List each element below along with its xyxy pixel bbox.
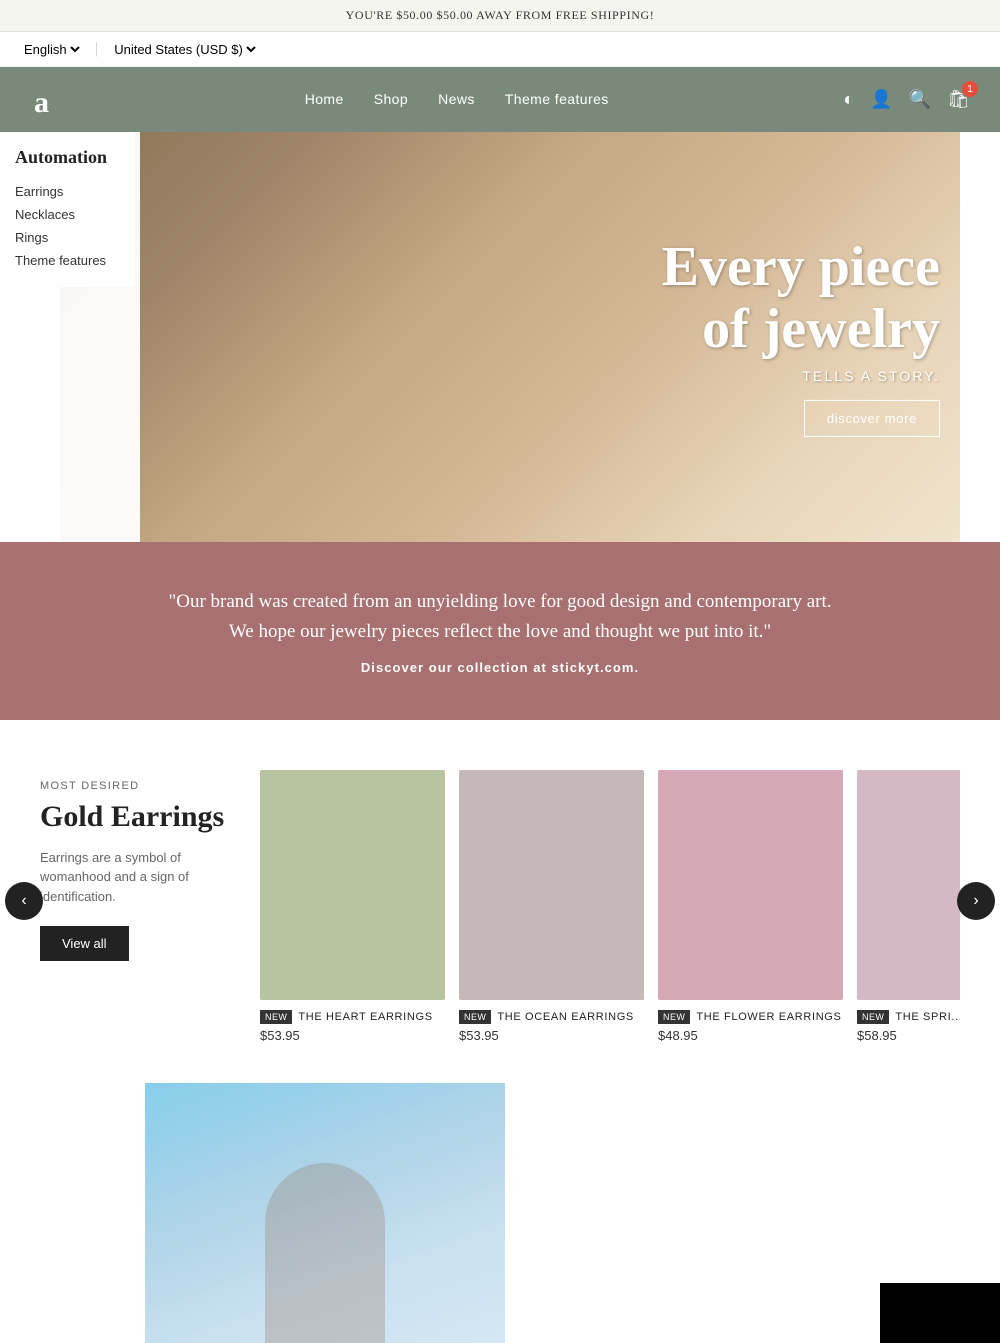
svg-text:a: a (34, 86, 49, 119)
dropdown-item-theme[interactable]: Theme features (15, 249, 120, 272)
products-description: Earrings are a symbol of womanhood and a… (40, 848, 230, 907)
new-badge-4: NEW (857, 1010, 889, 1024)
new-badge-1: NEW (260, 1010, 292, 1024)
product-image-4 (857, 770, 960, 1000)
quote-line2: We hope our jewelry pieces reflect the l… (229, 621, 771, 642)
view-all-button[interactable]: View all (40, 926, 129, 961)
product-image-3 (658, 770, 843, 1000)
site-logo[interactable]: a (30, 80, 70, 120)
nav-news[interactable]: News (438, 91, 475, 107)
product-price-4: $58.95 (857, 1028, 960, 1043)
product-card-3[interactable]: NEW THE FLOWER EARRINGS $48.95 (658, 770, 843, 1043)
products-section: ‹ MOST DESIRED Gold Earrings Earrings ar… (0, 720, 1000, 1083)
dropdown-item-necklaces[interactable]: Necklaces (15, 203, 120, 226)
prev-button[interactable]: ‹ (5, 882, 43, 920)
quote-tagline: Discover our collection at stickyt.com. (80, 660, 920, 675)
black-box (880, 1283, 1000, 1343)
lang-bar: English | United States (USD $) (0, 32, 1000, 67)
product-label-4: NEW THE SPRI... (857, 1010, 960, 1024)
new-badge-2: NEW (459, 1010, 491, 1024)
product-price-1: $53.95 (260, 1028, 445, 1043)
new-badge-3: NEW (658, 1010, 690, 1024)
dropdown-menu: Automation Earrings Necklaces Rings Them… (0, 132, 135, 287)
announcement-text: YOU'RE $50.00 $50.00 AWAY FROM FREE SHIP… (346, 8, 655, 22)
products-layout: MOST DESIRED Gold Earrings Earrings are … (40, 770, 960, 1043)
products-tag: MOST DESIRED (40, 780, 230, 792)
cart-badge: 1 (962, 81, 978, 97)
cart-icon[interactable]: 🛍 1 (947, 89, 970, 110)
products-heading: Gold Earrings (40, 800, 230, 834)
product-label-3: NEW THE FLOWER EARRINGS (658, 1010, 843, 1024)
logo-icon: a (30, 80, 70, 120)
product-card-2[interactable]: NEW THE OCEAN EARRINGS $53.95 (459, 770, 644, 1043)
main-nav: a Home Shop News Theme features ◐ 👤 🔍 🛍 … (0, 67, 1000, 132)
search-icon[interactable]: 🔍 (909, 89, 931, 110)
nav-links: Home Shop News Theme features (305, 91, 609, 109)
product-price-2: $53.95 (459, 1028, 644, 1043)
hero-subtitle: TELLS A STORY. (662, 368, 940, 384)
nav-icons: ◐ 👤 🔍 🛍 1 (843, 89, 970, 110)
announcement-bar: YOU'RE $50.00 $50.00 AWAY FROM FREE SHIP… (0, 0, 1000, 32)
product-name-1: THE HEART EARRINGS (298, 1011, 432, 1023)
product-card-4[interactable]: NEW THE SPRI... $58.95 (857, 770, 960, 1043)
nav-home[interactable]: Home (305, 91, 344, 107)
product-label-1: NEW THE HEART EARRINGS (260, 1010, 445, 1024)
nav-shop[interactable]: Shop (374, 91, 408, 107)
nav-theme-features[interactable]: Theme features (505, 91, 609, 107)
products-grid: NEW THE HEART EARRINGS $53.95 NEW THE OC… (260, 770, 960, 1043)
product-name-4: THE SPRI... (895, 1011, 960, 1023)
theme-toggle-icon[interactable]: ◐ (843, 89, 854, 110)
language-select[interactable]: English (20, 41, 83, 58)
currency-select[interactable]: United States (USD $) (110, 41, 259, 58)
products-intro: MOST DESIRED Gold Earrings Earrings are … (40, 770, 230, 962)
product-name-2: THE OCEAN EARRINGS (497, 1011, 634, 1023)
dropdown-list: Earrings Necklaces Rings Theme features (15, 180, 120, 272)
hero-heading: Every piece of jewelry (662, 237, 940, 360)
quote-section: "Our brand was created from an unyieldin… (0, 542, 1000, 720)
product-price-3: $48.95 (658, 1028, 843, 1043)
bottom-section: FEATURED (0, 1083, 1000, 1343)
hero-section: Automation Earrings Necklaces Rings Them… (0, 132, 1000, 542)
quote-line1: "Our brand was created from an unyieldin… (168, 591, 831, 612)
dropdown-item-rings[interactable]: Rings (15, 226, 120, 249)
product-image-1 (260, 770, 445, 1000)
quote-text: "Our brand was created from an unyieldin… (80, 587, 920, 648)
next-button[interactable]: › (957, 882, 995, 920)
bottom-photo (145, 1083, 505, 1343)
dropdown-brand: Automation (15, 147, 120, 168)
discover-more-button[interactable]: discover more (804, 400, 940, 437)
lang-divider: | (95, 40, 98, 58)
product-card-1[interactable]: NEW THE HEART EARRINGS $53.95 (260, 770, 445, 1043)
product-name-3: THE FLOWER EARRINGS (696, 1011, 841, 1023)
account-icon[interactable]: 👤 (870, 89, 892, 110)
product-image-2 (459, 770, 644, 1000)
dropdown-item-earrings[interactable]: Earrings (15, 180, 120, 203)
product-label-2: NEW THE OCEAN EARRINGS (459, 1010, 644, 1024)
hero-text: Every piece of jewelry TELLS A STORY. di… (662, 237, 940, 437)
